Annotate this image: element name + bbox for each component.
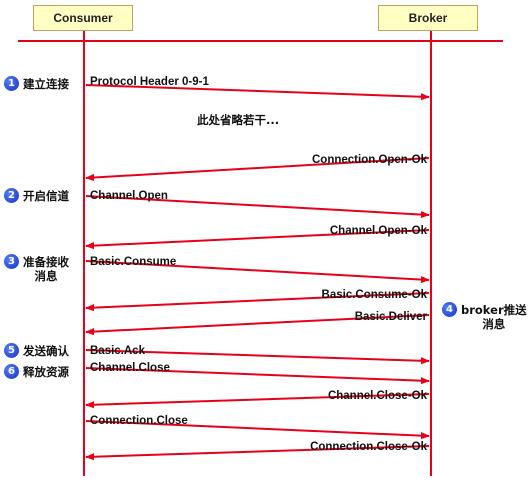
step-1-badge: 1 [4, 76, 19, 91]
message-label: Connection.Close [90, 415, 188, 427]
message-label: Channel.Open-Ok [329, 225, 427, 237]
step-4-badge: 4 [442, 302, 457, 317]
step-1-label: 建立连接 [23, 77, 69, 91]
broker-actor: Broker [378, 5, 478, 31]
diagram-lines [18, 31, 503, 476]
step-6: 6 释放资源 [4, 364, 69, 379]
message-label: Protocol Header 0-9-1 [90, 76, 209, 88]
step-5: 5 发送确认 [4, 343, 69, 358]
step-4-label: broker推送 消息 [461, 303, 527, 331]
step-1: 1 建立连接 [4, 76, 69, 91]
step-5-badge: 5 [4, 343, 19, 358]
message-label: Connection.Close-Ok [310, 441, 427, 453]
message-label: Basic.Deliver [354, 311, 427, 323]
step-2-label: 开启信道 [23, 189, 69, 203]
step-6-label: 释放资源 [23, 365, 69, 379]
step-5-label: 发送确认 [23, 344, 69, 358]
step-2: 2 开启信道 [4, 188, 69, 203]
step-3: 3 准备接收 消息 [4, 254, 69, 283]
consumer-actor: Consumer [33, 5, 133, 31]
step-3-label: 准备接收 消息 [23, 255, 69, 283]
step-6-badge: 6 [4, 364, 19, 379]
omitted-note: 此处省略若干... [197, 113, 280, 127]
message-label: Basic.Consume [90, 256, 177, 268]
message-label: Basic.Consume-Ok [321, 289, 427, 301]
step-2-badge: 2 [4, 188, 19, 203]
message-label: Channel.Close-Ok [327, 390, 427, 402]
message-label: Connection.Open-Ok [312, 154, 427, 166]
message-label: Basic.Ack [90, 345, 145, 357]
sequence-diagram: Consumer Broker 此处省略若干... 1 建立连接 2 开启信道 … [0, 0, 531, 483]
message-label: Channel.Open [90, 190, 168, 202]
step-4: 4 broker推送 消息 [442, 302, 527, 331]
message-label: Channel.Close [90, 362, 170, 374]
step-3-badge: 3 [4, 254, 19, 269]
